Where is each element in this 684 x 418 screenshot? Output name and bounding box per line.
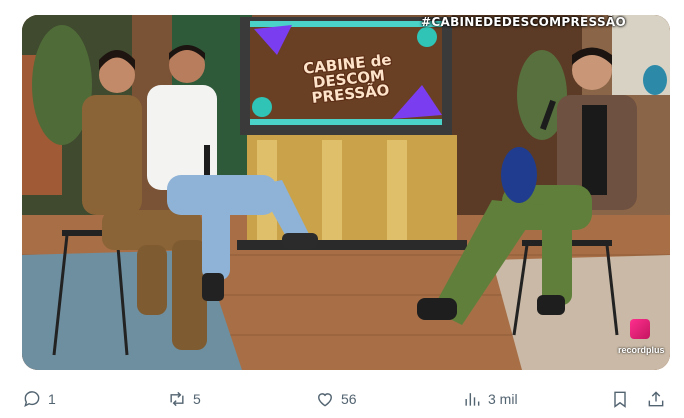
bookmark-icon: [614, 391, 626, 408]
tweet-action-bar: 1 5 56 3 mil: [22, 384, 670, 414]
like-count: 56: [341, 391, 357, 407]
views-count: 3 mil: [488, 391, 518, 407]
reply-count: 1: [48, 391, 56, 407]
share-button[interactable]: [646, 384, 666, 414]
bookmark-button[interactable]: [610, 384, 630, 414]
share-icon: [648, 391, 664, 407]
channel-logo: recordplus: [618, 319, 665, 358]
analytics-icon: [465, 393, 480, 406]
screen-show-title: CABINE de DESCOM PRESSÃO: [302, 50, 393, 107]
tweet-media-image[interactable]: #CABINEDEDESCOMPRESSÃO CABINE de DESCOM …: [22, 15, 670, 370]
hashtag-overlay: #CABINEDEDESCOMPRESSÃO: [421, 15, 626, 29]
views-button[interactable]: 3 mil: [462, 384, 518, 414]
reply-button[interactable]: 1: [22, 384, 56, 414]
channel-logo-text: recordplus: [618, 345, 665, 355]
retweet-count: 5: [193, 391, 201, 407]
heart-icon: [318, 393, 332, 407]
reply-icon: [24, 391, 40, 408]
retweet-icon: [170, 391, 184, 407]
like-button[interactable]: 56: [315, 384, 357, 414]
recordplus-logo-icon: [630, 319, 650, 339]
retweet-button[interactable]: 5: [167, 384, 201, 414]
